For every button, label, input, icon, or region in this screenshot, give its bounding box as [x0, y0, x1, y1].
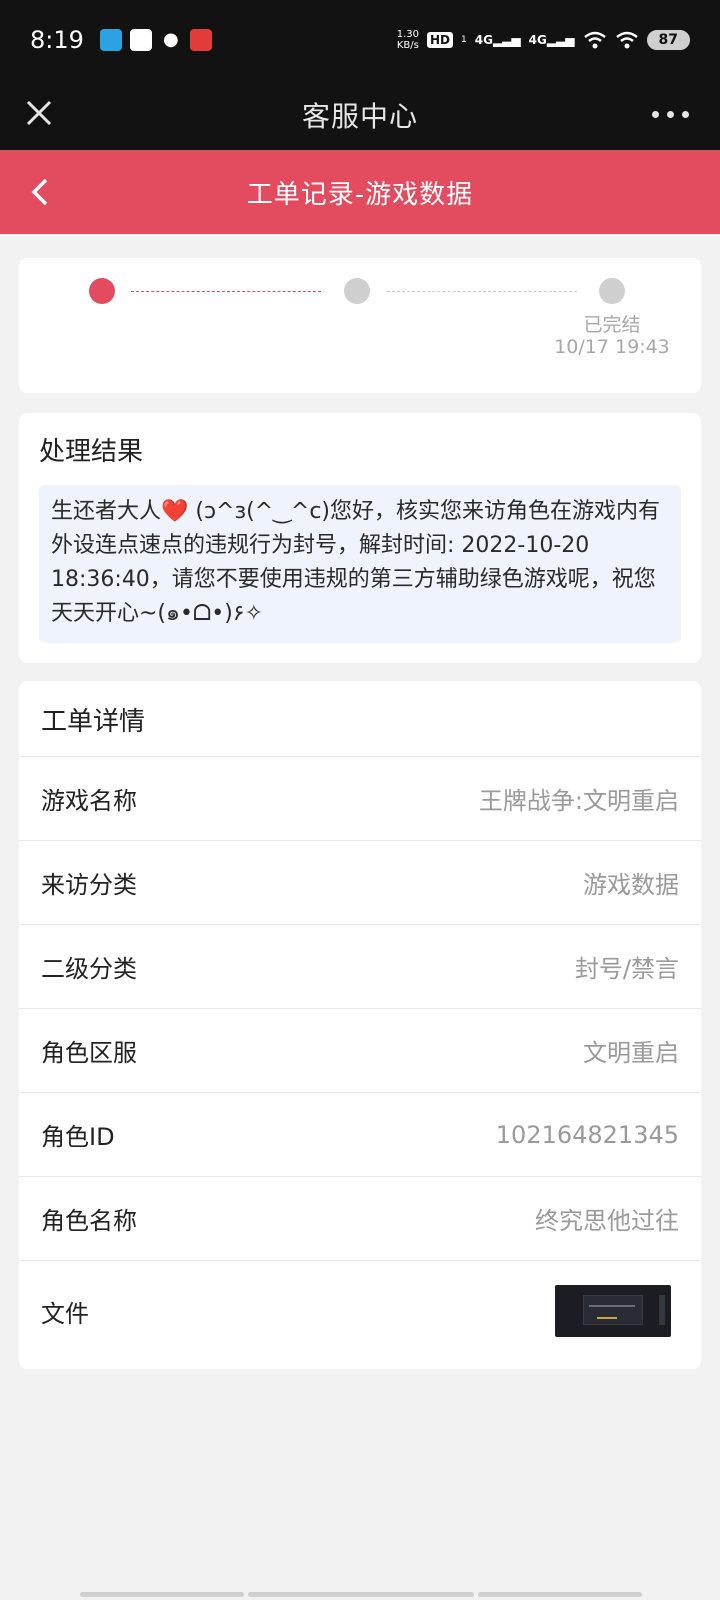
- gesture-bar-left: [80, 1592, 244, 1597]
- thumbnail-sidebar: [659, 1295, 665, 1325]
- detail-row-file: 文件: [19, 1261, 701, 1361]
- file-attachment-thumbnail[interactable]: [555, 1285, 671, 1337]
- detail-row-subcategory: 二级分类 封号/禁言: [19, 925, 701, 1009]
- close-button[interactable]: [20, 94, 60, 134]
- app-notification-icon: [129, 29, 152, 51]
- battery-indicator: 87: [646, 30, 690, 50]
- more-options-button[interactable]: [652, 104, 696, 124]
- step-connector-2: [387, 291, 577, 292]
- result-message: 生还者大人❤️ (ɔ^з(^‿^c)您好，核实您来访角色在游戏内有外设连点速点的…: [39, 485, 681, 643]
- row-label: 文件: [41, 1299, 89, 1328]
- step-2-dot: [344, 278, 370, 304]
- row-label: 游戏名称: [41, 787, 137, 815]
- row-label: 角色区服: [41, 1039, 137, 1067]
- notification-icons: ●: [99, 29, 212, 51]
- telegram-icon: [99, 29, 122, 51]
- step-3-dot: [599, 278, 625, 304]
- thumbnail-panel: [583, 1295, 643, 1325]
- signal-4g-icon-2: 4G▂▃▅: [528, 33, 575, 47]
- wechat-icon: ●: [163, 29, 179, 50]
- step-3-time: 10/17 19:43: [554, 336, 670, 358]
- thumbnail-line: [597, 1317, 617, 1319]
- ticket-title: 工单记录-游戏数据: [246, 179, 474, 210]
- gesture-bar-center: [248, 1592, 474, 1597]
- row-label: 角色ID: [41, 1123, 115, 1151]
- result-card: 处理结果 生还者大人❤️ (ɔ^з(^‿^c)您好，核实您来访角色在游戏内有外设…: [19, 413, 701, 663]
- hd-sub: 1: [461, 35, 467, 45]
- result-title: 处理结果: [39, 437, 144, 467]
- row-value: 终究思他过往: [535, 1207, 679, 1235]
- detail-card: 工单详情 游戏名称 王牌战争:文明重启 来访分类 游戏数据 二级分类 封号/禁言…: [19, 681, 701, 1369]
- detail-row-category: 来访分类 游戏数据: [19, 841, 701, 925]
- chevron-left-icon: [31, 178, 48, 206]
- row-value: 游戏数据: [583, 871, 679, 899]
- more-icon-dot: [682, 110, 689, 118]
- detail-row-role-name: 角色名称 终究思他过往: [19, 1177, 701, 1261]
- wifi-icon-2: [615, 31, 638, 49]
- close-icon: [26, 100, 52, 126]
- row-value: 王牌战争:文明重启: [478, 787, 679, 815]
- row-value: 封号/禁言: [574, 955, 679, 983]
- step-connector-1: [131, 291, 321, 292]
- network-speed-value: 1.30: [396, 29, 419, 40]
- progress-card: 已完结 10/17 19:43: [19, 258, 701, 393]
- detail-row-role-id: 角色ID 102164821345: [19, 1093, 701, 1177]
- row-label: 角色名称: [41, 1207, 137, 1235]
- wifi-icon: [583, 31, 606, 49]
- status-bar: 8:19 ● 1.30 KB/s HD 1 4G▂▃▅ 4G▂▃▅ 87: [0, 0, 720, 80]
- row-label: 来访分类: [41, 871, 137, 899]
- page-title: 客服中心: [301, 100, 418, 133]
- thumbnail-line: [589, 1305, 635, 1307]
- detail-row-game-name: 游戏名称 王牌战争:文明重启: [19, 757, 701, 841]
- detail-row-server: 角色区服 文明重启: [19, 1009, 701, 1093]
- network-speed: 1.30 KB/s: [397, 29, 419, 51]
- step-1-dot: [89, 278, 115, 304]
- gesture-bar-right: [478, 1592, 642, 1597]
- row-value: 文明重启: [583, 1039, 679, 1067]
- status-indicators: 1.30 KB/s HD 1 4G▂▃▅ 4G▂▃▅ 87: [397, 29, 690, 51]
- more-icon: [652, 110, 659, 118]
- detail-title: 工单详情: [41, 707, 146, 737]
- detail-header: 工单详情: [19, 681, 701, 757]
- back-button[interactable]: [24, 174, 60, 210]
- row-value: 102164821345: [495, 1120, 679, 1149]
- more-icon-dot: [667, 110, 674, 118]
- hd-badge: HD: [426, 32, 453, 48]
- row-label: 二级分类: [41, 955, 137, 983]
- game-app-icon: [189, 29, 212, 51]
- signal-label-2: 4G: [528, 33, 547, 47]
- ticket-header: 工单记录-游戏数据: [0, 150, 720, 234]
- signal-label-1: 4G: [474, 33, 493, 47]
- network-speed-unit: KB/s: [396, 40, 419, 51]
- title-bar: 客服中心: [0, 80, 720, 150]
- step-3-label: 已完结: [583, 314, 641, 336]
- status-time: 8:19: [30, 26, 84, 54]
- signal-4g-icon: 4G▂▃▅: [474, 33, 521, 47]
